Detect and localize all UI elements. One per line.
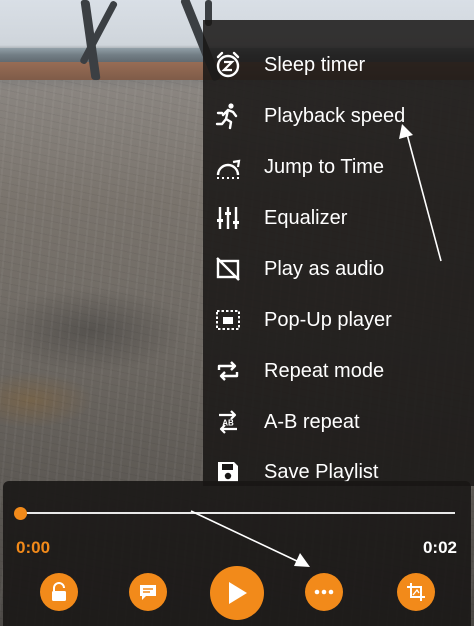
menu-label-repeat-mode: Repeat mode bbox=[264, 359, 385, 382]
menu-item-play-as-audio[interactable]: Play as audio bbox=[203, 244, 474, 294]
repeat-icon bbox=[211, 354, 245, 388]
elapsed-time: 0:00 bbox=[16, 538, 51, 557]
menu-label-sleep-timer: Sleep timer bbox=[264, 53, 366, 76]
menu-item-sleep-timer[interactable]: Sleep timer bbox=[203, 40, 474, 90]
lock-button[interactable] bbox=[40, 573, 78, 611]
sleep-timer-icon bbox=[211, 48, 245, 82]
menu-item-popup-player[interactable]: Pop-Up player bbox=[203, 295, 474, 345]
menu-label-playback-speed: Playback speed bbox=[264, 104, 406, 127]
menu-label-popup-player: Pop-Up player bbox=[264, 308, 392, 331]
seek-bar[interactable] bbox=[21, 512, 455, 514]
popup-player-icon bbox=[211, 303, 245, 337]
options-menu: Sleep timer Playback speed Jump to Time … bbox=[203, 20, 474, 486]
play-icon bbox=[225, 580, 249, 606]
crop-icon bbox=[406, 582, 426, 602]
jump-to-time-icon bbox=[211, 150, 245, 184]
menu-item-playback-speed[interactable]: Playback speed bbox=[203, 91, 474, 141]
menu-label-equalizer: Equalizer bbox=[264, 206, 348, 229]
subtitles-button[interactable] bbox=[129, 573, 167, 611]
subtitles-icon bbox=[138, 582, 158, 602]
menu-item-ab-repeat[interactable]: AB A-B repeat bbox=[203, 397, 474, 447]
menu-label-play-as-audio: Play as audio bbox=[264, 257, 385, 280]
play-button[interactable] bbox=[210, 566, 264, 620]
total-duration: 0:02 bbox=[422, 538, 457, 557]
menu-label-jump-to-time: Jump to Time bbox=[264, 155, 385, 178]
menu-item-jump-to-time[interactable]: Jump to Time bbox=[203, 142, 474, 192]
playback-speed-icon bbox=[211, 99, 245, 133]
ab-repeat-icon: AB bbox=[211, 405, 245, 439]
play-as-audio-icon bbox=[211, 252, 245, 286]
menu-item-equalizer[interactable]: Equalizer bbox=[203, 193, 474, 243]
crop-button[interactable] bbox=[397, 573, 435, 611]
more-options-icon bbox=[314, 589, 334, 595]
lock-icon bbox=[50, 582, 68, 602]
menu-item-repeat-mode[interactable]: Repeat mode bbox=[203, 346, 474, 396]
seek-thumb[interactable] bbox=[14, 507, 27, 520]
more-options-button[interactable] bbox=[305, 573, 343, 611]
player-controls: 0:00 0:02 bbox=[3, 481, 471, 626]
equalizer-icon bbox=[211, 201, 245, 235]
svg-text:AB: AB bbox=[222, 419, 234, 428]
menu-label-ab-repeat: A-B repeat bbox=[264, 410, 360, 433]
